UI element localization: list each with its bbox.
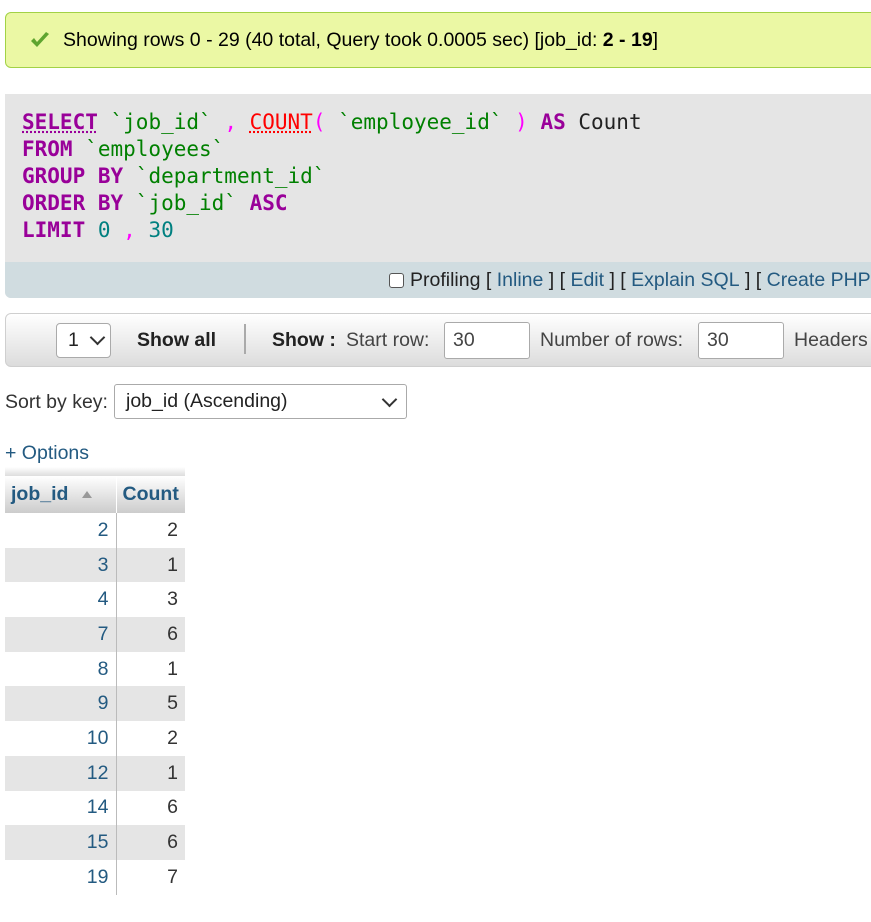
sort-by-key-label: Sort by key: (5, 391, 108, 413)
cell-job-id[interactable]: 2 (5, 513, 117, 548)
cell-count: 1 (116, 651, 185, 687)
start-row-label: Start row: (346, 329, 430, 351)
sql-query: SELECT `job_id` , COUNT( `employee_id` )… (22, 110, 642, 242)
headers-label: Headers (794, 329, 868, 351)
show-all-button[interactable]: Show all (137, 329, 216, 352)
table-row: 10 2 (5, 721, 185, 756)
cell-job-id[interactable]: 12 (5, 755, 117, 791)
sort-by-key-select[interactable]: job_id (Ascending) (114, 384, 407, 419)
sql-function-count[interactable]: COUNT (250, 110, 313, 134)
table-row: 19 7 (5, 859, 185, 895)
sql-query-box: SELECT `job_id` , COUNT( `employee_id` )… (5, 94, 871, 298)
cell-count: 1 (116, 755, 185, 791)
page-select[interactable]: 1 (56, 323, 111, 358)
cell-count: 2 (116, 721, 185, 756)
sql-keyword-select[interactable]: SELECT (22, 110, 98, 134)
cell-job-id[interactable]: 9 (5, 686, 117, 722)
options-link[interactable]: + Options (5, 442, 89, 465)
success-message: Showing rows 0 - 29 (40 total, Query too… (5, 12, 871, 68)
navigation-bar: 1 Show all Show : Start row: 30 Number o… (5, 313, 871, 367)
table-row: 22 (5, 513, 185, 548)
sort-ascending-icon (82, 491, 93, 499)
number-of-rows-label: Number of rows: (540, 329, 684, 351)
create-php-link[interactable]: Create PHP (767, 269, 871, 292)
show-label: Show : (272, 329, 336, 351)
table-row: 95 (5, 686, 185, 722)
table-row: 15 6 (5, 825, 185, 860)
sql-toolbar: Profiling [ Inline ] [ Edit ] [ Explain … (5, 262, 871, 298)
cell-job-id[interactable]: 14 (5, 790, 117, 826)
chevron-down-icon (89, 329, 106, 346)
cell-count: 2 (116, 513, 185, 548)
cell-count: 5 (116, 686, 185, 722)
cell-job-id[interactable]: 8 (5, 651, 117, 687)
column-header-job-id[interactable]: job_id (5, 476, 117, 513)
start-row-input[interactable]: 30 (444, 322, 530, 359)
cell-count: 7 (116, 859, 185, 895)
cell-job-id[interactable]: 3 (5, 547, 117, 583)
table-header-row: job_id Count (5, 476, 185, 513)
column-header-count[interactable]: Count (116, 476, 185, 513)
profiling-checkbox[interactable] (389, 272, 404, 288)
number-of-rows-input[interactable]: 30 (698, 322, 784, 359)
cell-job-id[interactable]: 4 (5, 582, 117, 618)
explain-sql-link[interactable]: Explain SQL (631, 269, 739, 292)
cell-job-id[interactable]: 19 (5, 859, 117, 895)
table-row: 76 (5, 617, 185, 652)
cell-count: 1 (116, 547, 185, 583)
table-row: 81 (5, 651, 185, 687)
divider (244, 324, 246, 354)
profiling-label: Profiling (410, 268, 481, 291)
success-text: Showing rows 0 - 29 (40 total, Query too… (63, 28, 659, 51)
table-row: 14 6 (5, 790, 185, 826)
edit-link[interactable]: Edit (570, 269, 604, 292)
cell-job-id[interactable]: 15 (5, 825, 117, 860)
table-row: 31 (5, 547, 185, 583)
cell-job-id[interactable]: 10 (5, 721, 117, 756)
check-icon (31, 32, 49, 47)
cell-count: 3 (116, 582, 185, 618)
cell-count: 6 (116, 790, 185, 826)
chevron-down-icon (381, 391, 398, 408)
cell-count: 6 (116, 617, 185, 652)
inline-link[interactable]: Inline (497, 269, 544, 292)
cell-job-id[interactable]: 7 (5, 617, 117, 652)
table-row: 12 1 (5, 755, 185, 791)
results-table: job_id Count 2 2 3 1 4 3 7 6 8 1 9 5 10 2 12 1 14 6 15 6 19 7 (5, 467, 185, 895)
table-row: 43 (5, 582, 185, 618)
cell-count: 6 (116, 825, 185, 860)
